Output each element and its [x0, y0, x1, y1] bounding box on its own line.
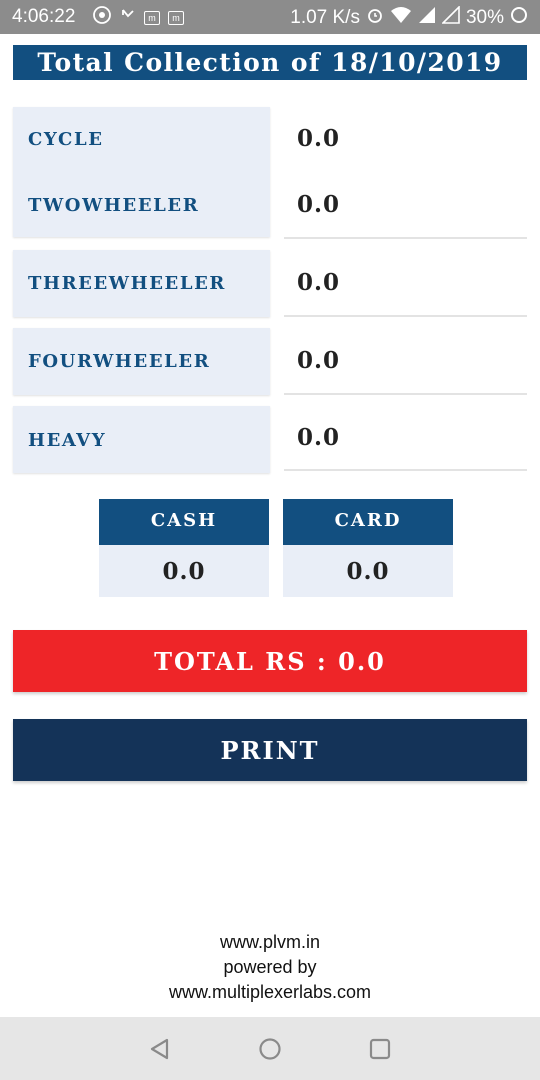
divider: [284, 315, 527, 317]
value-fourwheeler: 0.0: [297, 347, 341, 374]
cash-header: CASH: [99, 499, 269, 545]
m-app-icon: m: [168, 11, 184, 25]
battery-percent: 30%: [465, 7, 504, 28]
page-title: Total Collection of 18/10/2019: [13, 45, 527, 80]
signal-icon: [441, 5, 460, 30]
card-header: CARD: [283, 499, 453, 545]
label-threewheeler: THREEWHEELER: [28, 273, 226, 294]
battery-icon: [510, 6, 528, 30]
footer-powered-by: powered by: [223, 957, 317, 977]
footer-company-link[interactable]: www.multiplexerlabs.com: [0, 980, 540, 1005]
recents-icon[interactable]: [366, 1035, 394, 1063]
value-threewheeler: 0.0: [297, 269, 341, 296]
divider: [284, 393, 527, 395]
total-amount-banner: TOTAL RS : 0.0: [13, 630, 527, 692]
m-app-icon: m: [144, 11, 160, 25]
wifi-icon: [390, 6, 412, 30]
signal-icon: [418, 6, 436, 30]
value-cycle: 0.0: [297, 125, 341, 152]
alarm-icon: [366, 6, 384, 30]
divider: [284, 469, 527, 471]
label-heavy: HEAVY: [28, 430, 107, 451]
missed-call-icon: [120, 7, 136, 29]
status-bar: 4:06:22 m m 1.07 K/s 30%: [0, 0, 540, 34]
home-icon[interactable]: [256, 1035, 284, 1063]
navigation-bar: [0, 1017, 540, 1080]
music-icon: [92, 5, 112, 31]
label-group-cycle-twowheeler: [13, 107, 270, 237]
value-twowheeler: 0.0: [297, 191, 341, 218]
print-button[interactable]: PRINT: [13, 719, 527, 781]
network-speed: 1.07 K/s: [290, 7, 360, 28]
footer-website-link[interactable]: www.plvm.in: [0, 930, 540, 955]
card-value: 0.0: [283, 545, 453, 597]
label-cycle: CYCLE: [28, 129, 104, 150]
status-time: 4:06:22: [12, 6, 76, 27]
label-twowheeler: TWOWHEELER: [28, 195, 200, 216]
cash-value: 0.0: [99, 545, 269, 597]
back-icon[interactable]: [146, 1035, 174, 1063]
footer: www.plvm.in powered by www.multiplexerla…: [0, 930, 540, 1005]
value-heavy: 0.0: [297, 424, 341, 451]
divider: [284, 237, 527, 239]
label-fourwheeler: FOURWHEELER: [28, 351, 211, 372]
